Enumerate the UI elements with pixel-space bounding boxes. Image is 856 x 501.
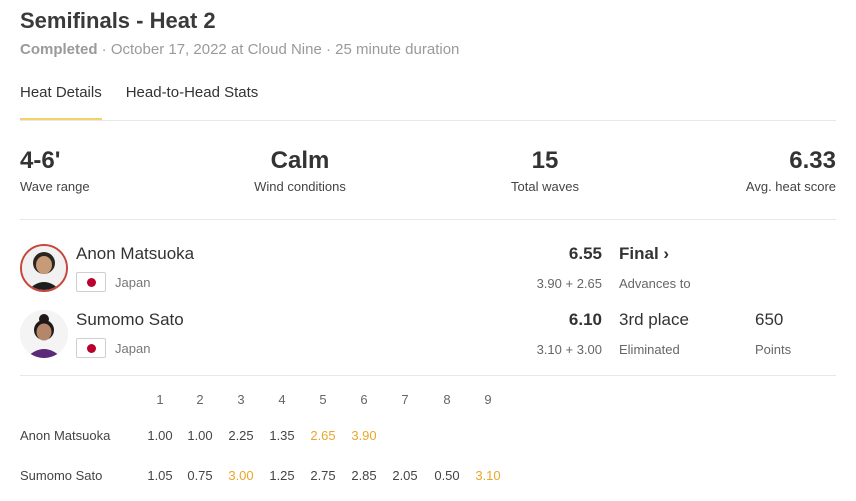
japan-flag-icon	[76, 272, 106, 292]
stat-value: 6.33	[789, 147, 836, 174]
stat-value: 4-6'	[20, 147, 61, 174]
result-sublabel: Advances to	[619, 276, 691, 291]
wave-score-cell: 0.75	[187, 468, 213, 483]
wave-column-header: 4	[278, 392, 286, 407]
stat-label: Avg. heat score	[745, 179, 836, 194]
surfer-country: Japan	[115, 275, 151, 290]
wave-score-cell: 2.25	[228, 428, 254, 443]
wave-column-header: 7	[401, 392, 409, 407]
wave-score-cell: 1.00	[187, 428, 213, 443]
heat-details: · October 17, 2022 at Cloud Nine · 25 mi…	[97, 41, 460, 58]
wave-column-header: 8	[443, 392, 451, 407]
avatar[interactable]	[20, 244, 68, 292]
score-breakdown: 3.90 + 2.65	[536, 276, 602, 291]
surfer-photo-icon	[22, 246, 66, 290]
wave-column-header: 9	[484, 392, 492, 407]
stat-total-waves: 15 Total waves	[505, 147, 585, 194]
score-breakdown: 3.10 + 3.00	[536, 342, 602, 357]
wave-score-cell: 3.00	[228, 468, 254, 483]
tab-bar: Heat Details Head-to-Head Stats	[20, 84, 282, 120]
stat-value: Calm	[270, 147, 330, 174]
surfer-row[interactable]: Anon Matsuoka Japan 6.55 3.90 + 2.65 Fin…	[20, 244, 836, 304]
wave-score-cell: 3.10	[475, 468, 501, 483]
heat-status: Completed	[20, 41, 98, 58]
stats-divider	[20, 219, 836, 220]
points-label: Points	[755, 342, 792, 357]
wave-score-cell: 2.75	[310, 468, 336, 483]
wave-score-cell: 3.90	[351, 428, 377, 443]
surfer-row[interactable]: Sumomo Sato Japan 6.10 3.10 + 3.00 3rd p…	[20, 310, 836, 370]
surfer-photo-icon	[20, 310, 68, 358]
japan-flag-icon	[76, 338, 106, 358]
next-round-link[interactable]: Final ›	[619, 244, 669, 264]
wave-column-header: 6	[360, 392, 368, 407]
heat-score: 6.55	[568, 244, 602, 263]
stat-label: Total waves	[511, 179, 579, 194]
avatar[interactable]	[20, 310, 68, 358]
wave-column-header: 3	[237, 392, 245, 407]
stat-avg-heat-score: 6.33 Avg. heat score	[746, 147, 836, 194]
stat-wind-conditions: Calm Wind conditions	[250, 147, 350, 194]
stat-label: Wind conditions	[254, 179, 346, 194]
final-placement: 3rd place	[619, 310, 689, 329]
wave-score-cell: 1.25	[269, 468, 295, 483]
surfer-name[interactable]: Anon Matsuoka	[76, 244, 194, 264]
wave-score-cell: 2.65	[310, 428, 336, 443]
heat-title: Semifinals - Heat 2	[20, 8, 216, 33]
heat-score: 6.10	[568, 310, 602, 329]
wave-score-cell: 1.00	[147, 428, 173, 443]
wave-score-cell: 2.85	[351, 468, 377, 483]
wave-score-cell: 1.35	[269, 428, 295, 443]
wave-row-surfer-name: Sumomo Sato	[20, 468, 103, 483]
tab-head-to-head-stats[interactable]: Head-to-Head Stats	[126, 84, 283, 120]
heat-subtitle: Completed · October 17, 2022 at Cloud Ni…	[20, 41, 459, 58]
wave-column-header: 1	[156, 392, 164, 407]
result-sublabel: Eliminated	[619, 342, 680, 357]
stat-label: Wave range	[20, 179, 90, 194]
wave-score-cell: 0.50	[434, 468, 460, 483]
surfer-name[interactable]: Sumomo Sato	[76, 310, 184, 330]
wave-score-cell: 2.05	[392, 468, 418, 483]
tabs-divider	[20, 120, 836, 121]
stat-wave-range: 4-6' Wave range	[20, 147, 90, 194]
points-value: 650	[755, 310, 784, 329]
wave-column-header: 5	[319, 392, 327, 407]
stat-value: 15	[531, 147, 559, 174]
surfers-divider	[20, 375, 836, 376]
wave-column-header: 2	[196, 392, 204, 407]
surfer-country: Japan	[115, 341, 151, 356]
wave-score-cell: 1.05	[147, 468, 173, 483]
tab-heat-details[interactable]: Heat Details	[20, 84, 126, 120]
wave-row-surfer-name: Anon Matsuoka	[20, 428, 111, 443]
